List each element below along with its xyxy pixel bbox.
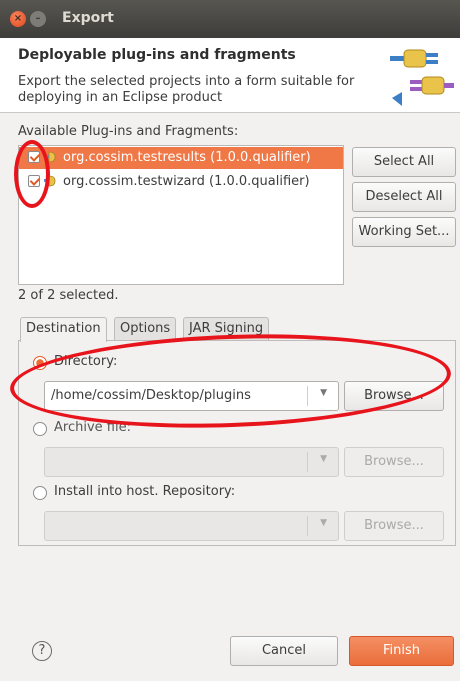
cancel-button[interactable]: Cancel <box>230 636 338 666</box>
close-window-button[interactable]: × <box>10 11 26 27</box>
help-icon[interactable]: ? <box>32 641 52 661</box>
finish-button[interactable]: Finish <box>349 636 454 666</box>
destination-panel: Directory: /home/cossim/Desktop/plugins … <box>18 340 456 546</box>
combo-separator <box>307 516 308 536</box>
deselect-all-button[interactable]: Deselect All <box>352 182 456 212</box>
tab-jar-signing[interactable]: JAR Signing <box>183 317 270 341</box>
archive-file-label: Archive file: <box>54 420 131 435</box>
select-all-button[interactable]: Select All <box>352 147 456 177</box>
working-set-button[interactable]: Working Set... <box>352 217 456 247</box>
plugin-row-testresults[interactable]: org.cossim.testresults (1.0.0.qualifier) <box>19 147 343 169</box>
wizard-header: Deployable plug-ins and fragments Export… <box>0 38 460 113</box>
chevron-down-icon[interactable]: ▼ <box>320 454 327 464</box>
chevron-down-icon[interactable]: ▼ <box>320 518 327 528</box>
plugin-checkbox[interactable] <box>28 175 40 187</box>
window-title: Export <box>62 10 114 26</box>
plugin-icon <box>44 175 56 187</box>
export-plugin-icon <box>390 49 454 106</box>
minimize-window-button[interactable]: – <box>30 11 46 27</box>
plugin-row-testwizard[interactable]: org.cossim.testwizard (1.0.0.qualifier) <box>19 171 343 193</box>
page-title: Deployable plug-ins and fragments <box>18 47 296 63</box>
plugin-list[interactable]: org.cossim.testresults (1.0.0.qualifier)… <box>18 145 344 285</box>
plugin-checkbox[interactable] <box>28 151 40 163</box>
plugin-icon <box>44 151 56 163</box>
archive-file-combo[interactable]: ▼ <box>44 447 339 477</box>
directory-combo[interactable]: /home/cossim/Desktop/plugins ▼ <box>44 381 339 411</box>
directory-radio[interactable] <box>33 356 47 370</box>
tab-options[interactable]: Options <box>114 317 177 341</box>
page-description: Export the selected projects into a form… <box>18 74 355 105</box>
plugin-name: org.cossim.testwizard (1.0.0.qualifier) <box>63 174 310 189</box>
install-host-radio[interactable] <box>33 486 47 500</box>
repository-browse-button[interactable]: Browse... <box>344 511 444 541</box>
combo-separator <box>307 386 308 406</box>
archive-browse-button[interactable]: Browse... <box>344 447 444 477</box>
selection-count: 2 of 2 selected. <box>18 288 119 303</box>
tab-destination[interactable]: Destination <box>20 317 107 342</box>
directory-path: /home/cossim/Desktop/plugins <box>51 388 251 403</box>
directory-label: Directory: <box>54 354 118 369</box>
plugin-name: org.cossim.testresults (1.0.0.qualifier) <box>63 150 311 165</box>
combo-separator <box>307 452 308 472</box>
chevron-down-icon[interactable]: ▼ <box>320 388 327 398</box>
repository-combo[interactable]: ▼ <box>44 511 339 541</box>
available-plugins-label: Available Plug-ins and Fragments: <box>18 124 239 139</box>
directory-browse-button[interactable]: Browse... <box>344 381 444 411</box>
archive-file-radio[interactable] <box>33 422 47 436</box>
install-host-label: Install into host. Repository: <box>54 484 236 499</box>
title-bar: × – Export <box>0 0 460 38</box>
